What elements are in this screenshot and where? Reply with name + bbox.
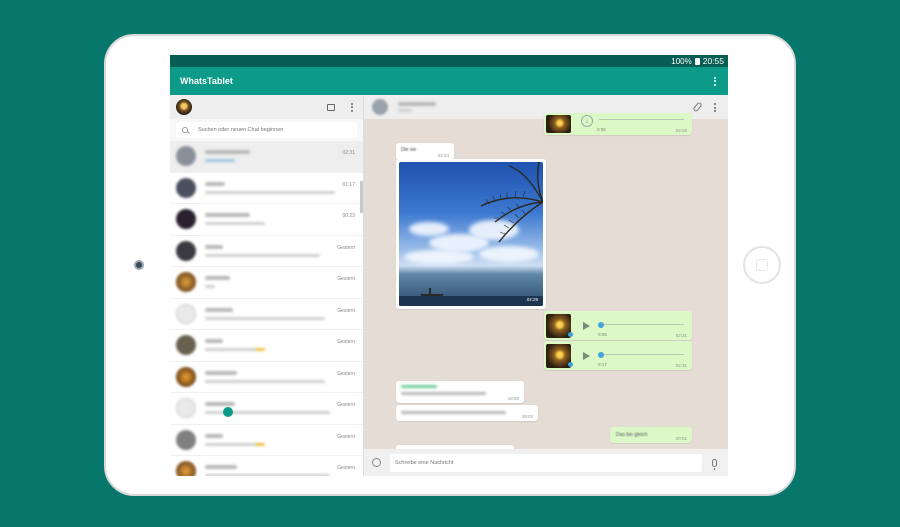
attach-icon[interactable] (692, 101, 703, 113)
my-avatar[interactable] (176, 99, 192, 115)
avatar (176, 146, 196, 167)
chat-time: Gestern (337, 276, 355, 282)
touch-indicator (223, 407, 233, 417)
chat-time: Gestern (337, 307, 355, 314)
chat-list-pane: 02:31 01:17 00:23 Gestern Gestern (170, 95, 364, 476)
chat-time: Gestern (337, 339, 355, 345)
chat-item[interactable]: Gestern (170, 330, 363, 362)
battery-level: 100% (671, 56, 692, 66)
chat-item[interactable]: Gestern (170, 456, 363, 476)
message-time: 02:29 (526, 297, 538, 302)
message-time: 19:02 (521, 414, 533, 419)
chat-time: Gestern (337, 465, 355, 471)
avatar (176, 429, 196, 450)
audio-progress-knob[interactable] (598, 321, 604, 328)
beach-photo[interactable]: 02:29 (399, 162, 543, 306)
avatar (176, 366, 196, 387)
status-bar: 100% 20:55 (170, 55, 728, 67)
chat-time: Gestern (337, 370, 355, 377)
audio-thumbnail (546, 115, 571, 133)
message-time: 02:08 (675, 128, 687, 133)
audio-message[interactable]: 0:05 02:31 (544, 311, 692, 340)
message-input[interactable] (390, 453, 702, 472)
contact-name[interactable] (398, 102, 436, 112)
chat-item[interactable]: 02:31 (170, 141, 363, 173)
chat-time: Gestern (337, 402, 355, 408)
camera-icon (134, 260, 144, 270)
message-time: 02:31 (675, 333, 687, 338)
home-button[interactable] (743, 246, 781, 284)
audio-duration: 0:08 (597, 127, 606, 132)
audio-progress-knob[interactable] (598, 351, 604, 358)
emoji-icon[interactable] (372, 458, 381, 467)
chat-item[interactable]: Gestern (170, 299, 363, 330)
audio-message[interactable]: 0:17 02:31 (544, 341, 692, 370)
message-time: 20:01 (675, 436, 687, 441)
chat-time: 01:17 (342, 181, 355, 188)
play-icon[interactable] (583, 321, 590, 330)
chat-item[interactable]: Gestern (170, 267, 363, 299)
message-time: 02:31 (675, 363, 687, 368)
chat-item[interactable]: 00:23 (170, 204, 363, 236)
avatar (176, 209, 196, 230)
app-bar: WhatsTablet (170, 67, 728, 95)
audio-duration: 0:05 (598, 332, 607, 337)
image-message[interactable]: 02:29 (396, 159, 546, 309)
avatar (176, 398, 196, 419)
audio-message[interactable]: ↓ 0:08 02:08 (544, 113, 692, 135)
search-icon[interactable] (182, 127, 188, 133)
play-icon[interactable] (583, 351, 590, 360)
avatar (176, 335, 196, 356)
app-title: WhatsTablet (180, 76, 233, 86)
chat-list-header (170, 95, 363, 119)
chat-list-scrollbar[interactable] (360, 181, 363, 213)
chat-item[interactable]: Gestern (170, 362, 363, 393)
audio-thumbnail (546, 343, 573, 368)
battery-icon (694, 57, 700, 65)
avatar (176, 272, 196, 293)
chat-item[interactable]: Gestern (170, 236, 363, 267)
home-square-icon (756, 259, 768, 271)
chat-time: Gestern (337, 433, 355, 440)
chat-item[interactable]: 01:17 (170, 173, 363, 204)
chat-time: Gestern (337, 244, 355, 251)
incoming-message[interactable]: 19:02 (396, 405, 538, 421)
message-text: Die sie (401, 147, 417, 153)
conversation-menu-icon[interactable] (712, 103, 718, 112)
avatar (176, 240, 196, 261)
avatar (176, 177, 196, 198)
message-time: 18:50 (507, 396, 519, 401)
avatar (176, 303, 196, 324)
chat-item[interactable]: Gestern (170, 393, 363, 425)
mic-icon[interactable] (712, 458, 717, 470)
audio-thumbnail (546, 313, 573, 338)
message-text: Das bin gleich (616, 432, 648, 438)
chat-list-menu-icon[interactable] (349, 102, 355, 112)
chat-time: 00:23 (342, 213, 355, 219)
screen: 100% 20:55 WhatsTablet 02:31 (170, 55, 728, 476)
audio-duration: 0:17 (598, 362, 607, 367)
download-icon[interactable]: ↓ (581, 115, 593, 127)
search-input[interactable] (198, 127, 348, 133)
contact-avatar[interactable] (372, 99, 388, 115)
chat-item[interactable]: Gestern (170, 425, 363, 456)
clock: 20:55 (702, 56, 724, 66)
incoming-message[interactable]: Die sie 02:24 (396, 143, 454, 160)
conversation-pane: ↓ 0:08 02:08 Die sie 02:24 02:29 0:05 02… (364, 95, 728, 476)
new-chat-icon[interactable] (327, 103, 335, 111)
palm-tree-icon (399, 162, 543, 306)
outgoing-message[interactable]: Das bin gleich 20:01 (610, 427, 692, 443)
chat-time: 02:31 (342, 150, 355, 156)
message-time: 02:24 (437, 153, 449, 158)
chat-list: 02:31 01:17 00:23 Gestern Gestern Gester… (170, 141, 363, 476)
message-composer (364, 449, 728, 476)
incoming-message[interactable]: 18:50 (396, 381, 524, 403)
avatar (176, 461, 196, 476)
app-menu-icon[interactable] (712, 76, 718, 86)
search-bar (170, 119, 363, 141)
